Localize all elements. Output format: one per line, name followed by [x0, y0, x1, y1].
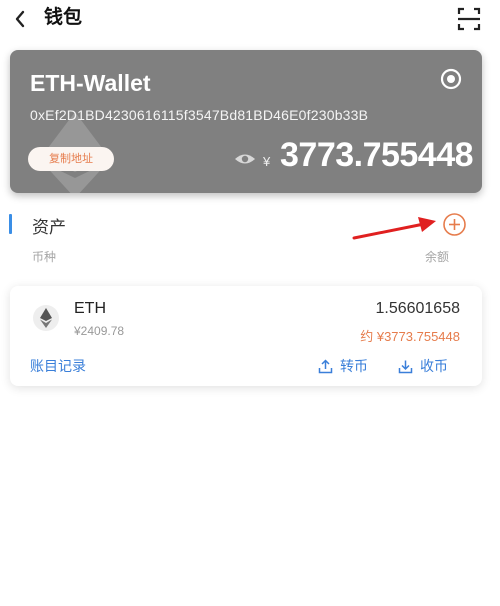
- receive-button[interactable]: 收币: [398, 356, 448, 376]
- section-accent-bar: [9, 214, 12, 234]
- download-icon: [398, 360, 413, 373]
- currency-symbol: ¥: [263, 154, 271, 169]
- wallet-address: 0xEf2D1BD4230616115f3547Bd81BD46E0f230b3…: [30, 107, 369, 123]
- copy-address-button[interactable]: 复制地址: [28, 147, 114, 171]
- total-balance: 3773.755448: [280, 136, 474, 174]
- transfer-label: 转币: [340, 358, 368, 374]
- balance-column-header: 余额: [425, 250, 450, 264]
- top-bar: 钱包: [0, 0, 500, 40]
- visibility-eye-icon[interactable]: [234, 150, 256, 168]
- ethereum-icon: [33, 305, 59, 331]
- transfer-button[interactable]: 转币: [318, 356, 368, 376]
- transaction-history-link[interactable]: 账目记录: [30, 356, 86, 376]
- eye-icon[interactable]: [438, 66, 464, 92]
- upload-icon: [318, 358, 333, 373]
- wallet-name: ETH-Wallet: [30, 70, 151, 96]
- asset-card-eth[interactable]: ETH ¥2409.78 1.56601658 约 ¥3773.755448 账…: [10, 286, 482, 386]
- assets-section-title: 资产: [32, 218, 66, 237]
- red-arrow-annotation: [352, 217, 436, 240]
- coin-amount: 1.56601658: [375, 300, 460, 317]
- coin-name: ETH: [74, 300, 106, 317]
- coin-column-header: 币种: [32, 250, 57, 264]
- page-title: 钱包: [44, 7, 83, 28]
- scan-icon[interactable]: [454, 4, 484, 34]
- receive-label: 收币: [420, 358, 448, 374]
- back-arrow-icon[interactable]: [8, 6, 34, 32]
- add-asset-plus-circle-icon[interactable]: [442, 212, 467, 237]
- coin-price: ¥2409.78: [74, 324, 125, 338]
- wallet-card: ETH-Wallet 0xEf2D1BD4230616115f3547Bd81B…: [10, 50, 482, 193]
- coin-value: 约 ¥3773.755448: [360, 329, 460, 344]
